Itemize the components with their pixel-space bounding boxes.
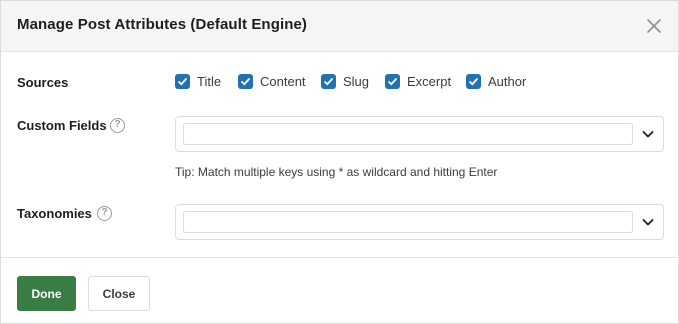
source-excerpt-label: Excerpt — [407, 74, 452, 89]
custom-fields-select[interactable] — [175, 116, 664, 152]
dialog-title: Manage Post Attributes (Default Engine) — [17, 16, 308, 33]
footer-divider — [1, 257, 678, 258]
checkbox-checked-icon — [385, 74, 400, 89]
help-icon[interactable]: ? — [97, 206, 112, 221]
checkbox-checked-icon — [175, 74, 190, 89]
checkbox-checked-icon — [321, 74, 336, 89]
done-button[interactable]: Done — [17, 276, 76, 311]
taxonomies-input[interactable] — [183, 211, 633, 233]
checkbox-checked-icon — [238, 74, 253, 89]
custom-fields-tip: Tip: Match multiple keys using * as wild… — [175, 165, 498, 179]
checkbox-checked-icon — [466, 74, 481, 89]
taxonomies-label: Taxonomies — [17, 206, 92, 221]
source-slug-label: Slug — [343, 74, 370, 89]
custom-fields-input[interactable] — [183, 123, 633, 145]
source-content-label: Content — [260, 74, 306, 89]
sources-label: Sources — [17, 75, 69, 90]
close-button[interactable]: Close — [88, 276, 150, 311]
taxonomies-select[interactable] — [175, 204, 664, 240]
chevron-down-icon[interactable] — [642, 130, 654, 138]
manage-post-attributes-dialog: Manage Post Attributes (Default Engine) … — [0, 0, 679, 324]
source-title-label: Title — [197, 74, 222, 89]
close-icon[interactable] — [646, 18, 662, 34]
dialog-header: Manage Post Attributes (Default Engine) — [1, 1, 678, 52]
custom-fields-label: Custom Fields — [17, 118, 107, 133]
source-author-label: Author — [488, 74, 527, 89]
chevron-down-icon[interactable] — [642, 218, 654, 226]
help-icon[interactable]: ? — [110, 118, 125, 133]
